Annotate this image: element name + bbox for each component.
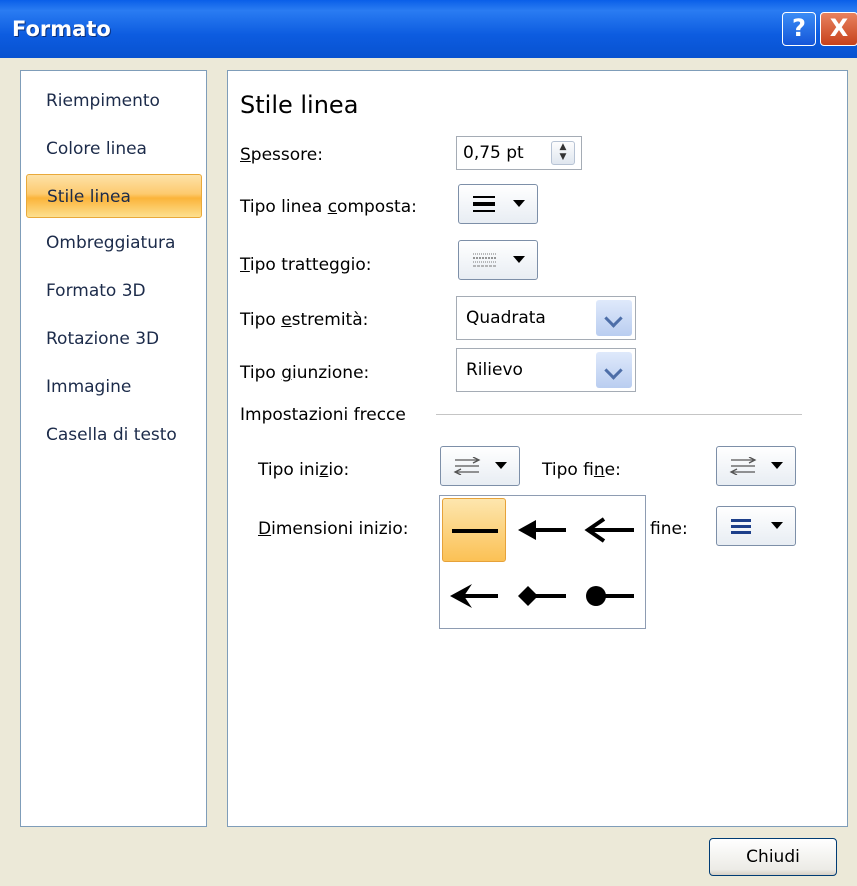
dash-line-icon: [473, 253, 497, 267]
oval-arrow-option[interactable]: [578, 564, 642, 628]
spessore-spinner[interactable]: 0,75 pt ▲ ▼: [456, 136, 582, 170]
nav-item-riempimento[interactable]: Riempimento: [26, 79, 202, 123]
tipo-linea-composta-label: Tipo linea composta:: [240, 197, 417, 217]
double-arrow-icon: [453, 457, 481, 475]
title-bar: Formato ? X: [0, 0, 857, 58]
line-size-icon: [731, 519, 751, 534]
compound-line-icon: [473, 196, 495, 212]
double-arrow-icon: [729, 457, 757, 475]
tipo-fine-label: Tipo fine:: [542, 460, 621, 480]
nav-item-casella-di-testo[interactable]: Casella di testo: [26, 413, 202, 457]
nav-item-colore-linea[interactable]: Colore linea: [26, 127, 202, 171]
arrow-none-option[interactable]: [442, 498, 506, 562]
stealth-arrow-option[interactable]: [442, 564, 506, 628]
plain-line-icon: [452, 529, 498, 533]
chiudi-button[interactable]: Chiudi: [709, 838, 837, 876]
dash-type-dropdown[interactable]: [458, 240, 538, 280]
dimensioni-fine-label: fine:: [650, 519, 688, 539]
stealth-arrow-icon: [450, 584, 498, 608]
open-arrow-icon: [584, 517, 634, 543]
nav-item-immagine[interactable]: Immagine: [26, 365, 202, 409]
chevron-down-icon: [771, 522, 783, 529]
tipo-inizio-label: Tipo inizio:: [258, 460, 350, 480]
spessore-value[interactable]: 0,75 pt: [463, 143, 524, 163]
help-button[interactable]: ?: [782, 12, 816, 46]
chevron-down-icon: [513, 256, 525, 263]
spessore-label: Spessore:: [240, 145, 323, 165]
compound-type-dropdown[interactable]: [458, 184, 538, 224]
end-arrow-size-dropdown[interactable]: [716, 506, 796, 546]
end-arrow-type-dropdown[interactable]: [716, 446, 796, 486]
arrow-option[interactable]: [510, 498, 574, 562]
chevron-down-icon[interactable]: [596, 352, 632, 388]
cap-type-value: Quadrata: [466, 308, 546, 328]
nav-item-rotazione-3d[interactable]: Rotazione 3D: [26, 317, 202, 361]
oval-arrow-icon: [586, 586, 634, 606]
chevron-down-icon: [771, 462, 783, 469]
arrow-icon: [518, 520, 566, 540]
tipo-tratteggio-label: Tipo tratteggio:: [240, 255, 372, 275]
diamond-arrow-icon: [518, 586, 566, 606]
nav-item-formato-3d[interactable]: Formato 3D: [26, 269, 202, 313]
arrow-style-gallery: [439, 495, 646, 629]
tipo-giunzione-label: Tipo giunzione:: [240, 363, 370, 383]
join-type-value: Rilievo: [466, 360, 523, 380]
join-type-select[interactable]: Rilievo: [456, 348, 636, 392]
cap-type-select[interactable]: Quadrata: [456, 296, 636, 340]
diamond-arrow-option[interactable]: [510, 564, 574, 628]
nav-item-ombreggiatura[interactable]: Ombreggiatura: [26, 221, 202, 265]
arrow-settings-heading: Impostazioni frecce: [240, 405, 406, 425]
open-arrow-option[interactable]: [578, 498, 642, 562]
panel-title: Stile linea: [240, 91, 359, 119]
category-list: Riempimento Colore linea Stile linea Omb…: [20, 70, 207, 827]
chevron-down-icon: [495, 462, 507, 469]
close-window-button[interactable]: X: [820, 12, 857, 46]
chevron-down-icon[interactable]: [596, 300, 632, 336]
chevron-down-icon: [513, 200, 525, 207]
nav-item-stile-linea[interactable]: Stile linea: [26, 174, 202, 218]
separator: [436, 414, 802, 415]
window-title: Formato: [12, 17, 111, 41]
spinner-arrows-icon[interactable]: ▲ ▼: [551, 141, 575, 165]
dimensioni-inizio-label: Dimensioni inizio:: [258, 519, 409, 539]
tipo-estremita-label: Tipo estremità:: [240, 310, 369, 330]
begin-arrow-type-dropdown[interactable]: [440, 446, 520, 486]
